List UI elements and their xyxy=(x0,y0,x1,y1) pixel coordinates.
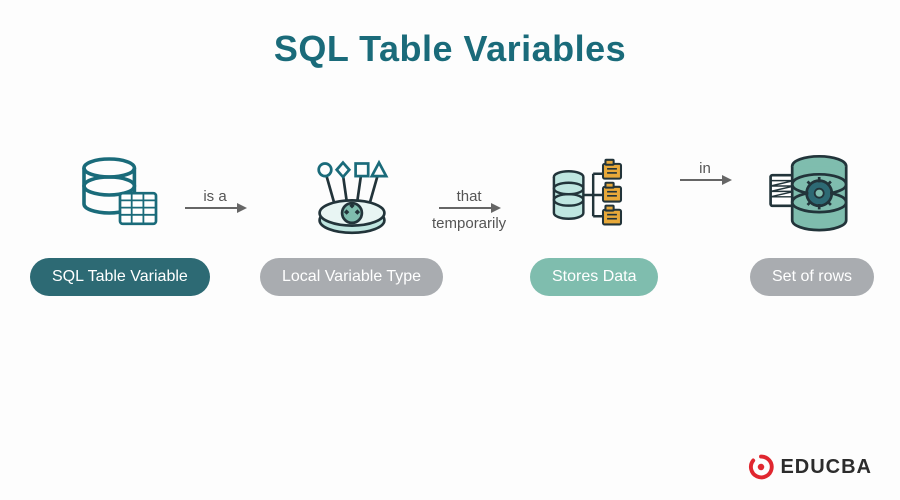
page-title: SQL Table Variables xyxy=(0,0,900,70)
node-sql-table-variable: SQL Table Variable xyxy=(30,150,210,296)
arrow-sublabel: temporarily xyxy=(432,215,506,232)
educba-mark-icon xyxy=(748,454,774,480)
flow-diagram: SQL Table Variable is a Local Varia xyxy=(0,150,900,410)
database-table-icon xyxy=(75,150,165,240)
arrow-label: in xyxy=(699,160,711,177)
brand-text: EDUCBA xyxy=(780,456,872,479)
node-set-of-rows: Set of rows xyxy=(750,150,874,296)
arrow-that-temporarily: that temporarily xyxy=(432,188,506,232)
node-label: Set of rows xyxy=(750,258,874,296)
arrow-in: in xyxy=(680,160,730,181)
rows-gear-icon xyxy=(767,150,857,240)
node-local-variable-type: Local Variable Type xyxy=(260,150,443,296)
brand-logo: EDUCBA xyxy=(748,454,872,480)
variable-type-icon xyxy=(307,150,397,240)
node-label: Stores Data xyxy=(530,258,658,296)
arrow-line-icon xyxy=(680,179,730,181)
node-label: Local Variable Type xyxy=(260,258,443,296)
arrow-line-icon xyxy=(185,207,245,209)
arrow-is-a: is a xyxy=(185,188,245,209)
arrow-line-icon xyxy=(439,207,499,209)
arrow-label: that xyxy=(457,188,482,205)
node-stores-data: Stores Data xyxy=(530,150,658,296)
node-label: SQL Table Variable xyxy=(30,258,210,296)
arrow-label: is a xyxy=(203,188,226,205)
stores-data-icon xyxy=(549,150,639,240)
